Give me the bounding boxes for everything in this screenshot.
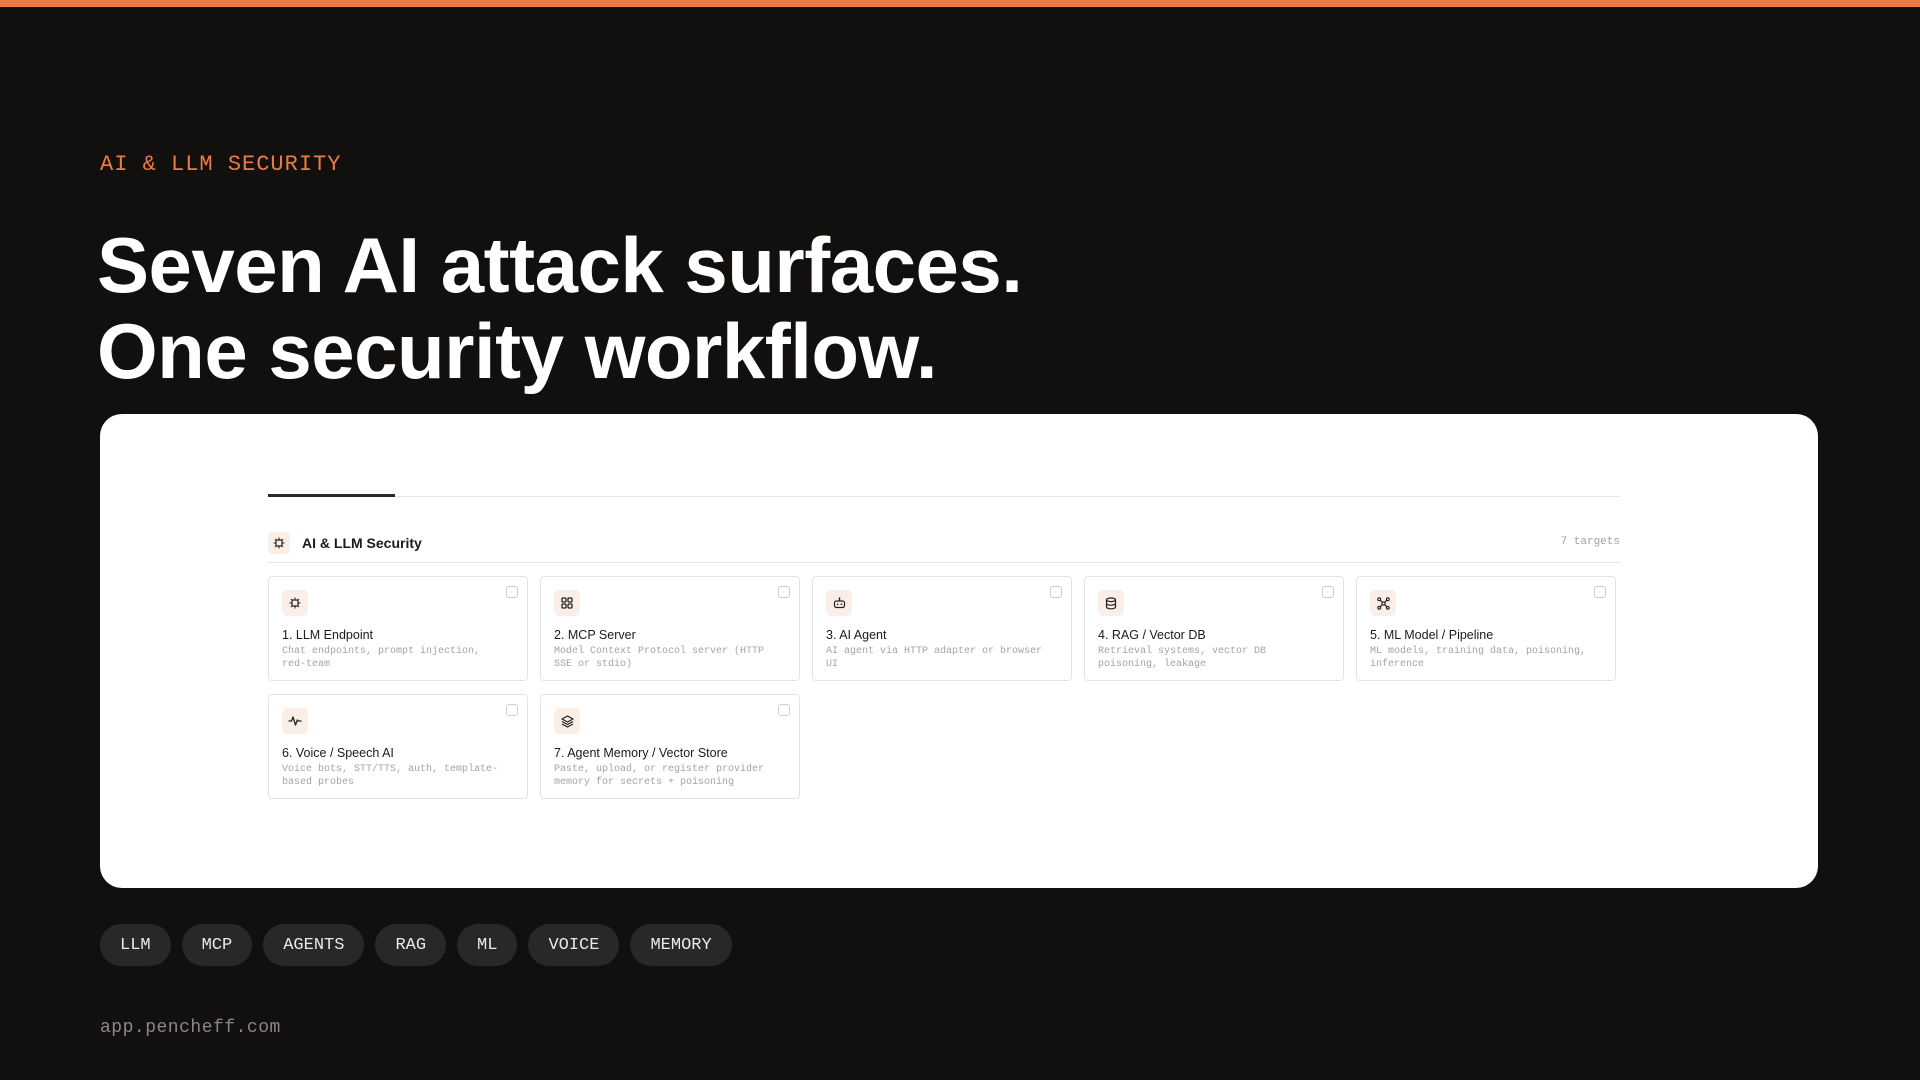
target-card-ai-agent[interactable]: 3. AI Agent AI agent via HTTP adapter or… <box>812 576 1072 681</box>
card-title: 5. ML Model / Pipeline <box>1370 628 1494 642</box>
tag-list: LLM MCP AGENTS RAG ML VOICE MEMORY <box>100 924 732 966</box>
headline-line-1: Seven AI attack surfaces. <box>97 221 1023 309</box>
tag-ml: ML <box>457 924 518 966</box>
card-title: 4. RAG / Vector DB <box>1098 628 1206 642</box>
accent-top-bar <box>0 0 1920 7</box>
target-card-ml-model-pipeline[interactable]: 5. ML Model / Pipeline ML models, traini… <box>1356 576 1616 681</box>
network-icon <box>1370 590 1396 616</box>
card-description: Voice bots, STT/TTS, auth, template-base… <box>282 764 499 788</box>
footer-url: app.pencheff.com <box>100 1018 281 1038</box>
card-title: 2. MCP Server <box>554 628 636 642</box>
section-header: AI & LLM Security 7 targets <box>268 530 1620 560</box>
targets-count: 7 targets <box>1560 536 1620 548</box>
tag-memory: MEMORY <box>630 924 732 966</box>
card-title: 6. Voice / Speech AI <box>282 746 394 760</box>
tag-mcp: MCP <box>181 924 253 966</box>
select-checkbox[interactable] <box>1050 586 1062 598</box>
robot-icon <box>826 590 852 616</box>
select-checkbox[interactable] <box>1594 586 1606 598</box>
headline: Seven AI attack surfaces. One security w… <box>97 221 1023 395</box>
tag-agents: AGENTS <box>263 924 365 966</box>
target-card-mcp-server[interactable]: 2. MCP Server Model Context Protocol ser… <box>540 576 800 681</box>
target-card-llm-endpoint[interactable]: 1. LLM Endpoint Chat endpoints, prompt i… <box>268 576 528 681</box>
card-title: 1. LLM Endpoint <box>282 628 374 642</box>
select-checkbox[interactable] <box>506 586 518 598</box>
layers-icon <box>554 708 580 734</box>
select-checkbox[interactable] <box>1322 586 1334 598</box>
tag-voice: VOICE <box>528 924 620 966</box>
tag-rag: RAG <box>375 924 447 966</box>
waveform-icon <box>282 708 308 734</box>
card-title: 7. Agent Memory / Vector Store <box>554 746 728 760</box>
card-description: AI agent via HTTP adapter or browser UI <box>826 646 1043 670</box>
chip-icon <box>268 532 290 554</box>
database-icon <box>1098 590 1124 616</box>
card-description: Paste, upload, or register provider memo… <box>554 764 765 788</box>
section-divider <box>268 562 1620 563</box>
app-screenshot-panel: AI & LLM Security 7 targets 1. LLM Endpo… <box>100 414 1818 888</box>
target-card-voice-speech-ai[interactable]: 6. Voice / Speech AI Voice bots, STT/TTS… <box>268 694 528 799</box>
chip-icon <box>282 590 308 616</box>
select-checkbox[interactable] <box>778 586 790 598</box>
headline-line-2: One security workflow. <box>97 307 938 395</box>
select-checkbox[interactable] <box>778 704 790 716</box>
tag-llm: LLM <box>100 924 171 966</box>
tabs-divider <box>268 496 1620 497</box>
card-description: ML models, training data, poisoning, inf… <box>1370 646 1587 670</box>
card-description: Chat endpoints, prompt injection, red-te… <box>282 646 481 670</box>
card-description: Retrieval systems, vector DB poisoning, … <box>1098 646 1267 670</box>
card-description: Model Context Protocol server (HTTP SSE … <box>554 646 765 670</box>
section-title: AI & LLM Security <box>302 535 422 551</box>
active-tab-indicator[interactable] <box>268 494 395 497</box>
select-checkbox[interactable] <box>506 704 518 716</box>
eyebrow-label: AI & LLM SECURITY <box>100 152 342 177</box>
target-card-agent-memory-vector-store[interactable]: 7. Agent Memory / Vector Store Paste, up… <box>540 694 800 799</box>
grid-icon <box>554 590 580 616</box>
card-title: 3. AI Agent <box>826 628 887 642</box>
target-card-rag-vector-db[interactable]: 4. RAG / Vector DB Retrieval systems, ve… <box>1084 576 1344 681</box>
